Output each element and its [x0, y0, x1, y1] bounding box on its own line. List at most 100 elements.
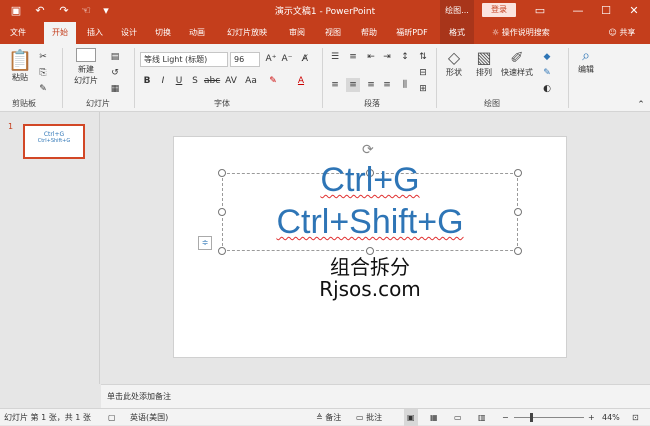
slide-subtitle-line-1[interactable]: 组合拆分 — [173, 251, 567, 280]
align-center-icon[interactable]: ≡ — [346, 78, 360, 92]
language-indicator[interactable]: 英语(美国) — [130, 409, 168, 426]
font-name-select[interactable]: 等线 Light (标题) — [140, 52, 228, 67]
ribbon-tabs: 文件 开始 插入 设计 切换 动画 幻灯片放映 审阅 视图 帮助 福昕PDF 格… — [0, 22, 650, 44]
zoom-in-icon[interactable]: + — [588, 409, 595, 426]
text-direction-icon[interactable]: ⇅ — [416, 50, 430, 64]
share-button[interactable]: ☺ 共享 — [600, 22, 644, 44]
tab-design[interactable]: 设计 — [114, 22, 144, 44]
tab-help[interactable]: 帮助 — [354, 22, 384, 44]
slide-subtitle-line-2[interactable]: Rjsos.com — [173, 277, 567, 301]
arrange-icon: ▧ — [476, 48, 492, 67]
tell-me-search[interactable]: ☼ 操作说明搜索 — [492, 22, 572, 44]
zoom-slider-thumb[interactable] — [530, 413, 533, 422]
divider — [134, 48, 135, 108]
login-button[interactable]: 登录 — [482, 3, 516, 17]
slideshow-icon[interactable]: ▥ — [478, 409, 486, 426]
format-painter-icon[interactable]: ✎ — [36, 82, 50, 96]
shape-fill-icon[interactable]: ◆ — [540, 50, 554, 64]
font-size-select[interactable]: 96 — [230, 52, 260, 67]
notes-button[interactable]: ≜ 备注 — [316, 409, 341, 426]
quick-styles-button[interactable]: ✐ 快速样式 — [498, 48, 536, 78]
shape-effects-icon[interactable]: ◐ — [540, 82, 554, 96]
smartart-icon[interactable]: ⊞ — [416, 82, 430, 96]
shadow-icon[interactable]: S — [188, 74, 202, 88]
zoom-slider[interactable] — [514, 417, 584, 418]
editing-button[interactable]: ⌕ 编辑 — [574, 48, 598, 75]
zoom-out-icon[interactable]: − — [502, 409, 509, 426]
divider — [436, 48, 437, 108]
shapes-button[interactable]: ◇ 形状 — [442, 48, 466, 78]
reading-view-icon[interactable]: ▭ — [454, 409, 462, 426]
reset-icon[interactable]: ↺ — [108, 66, 122, 80]
normal-view-icon[interactable]: ▣ — [404, 409, 418, 426]
tab-animations[interactable]: 动画 — [182, 22, 212, 44]
tab-insert[interactable]: 插入 — [80, 22, 110, 44]
slide-thumbnail[interactable]: Ctrl+G Ctrl+Shift+G — [23, 124, 85, 159]
fit-slide-icon[interactable]: ⊡ — [632, 409, 639, 426]
slide-title-line-1[interactable]: Ctrl+G — [173, 161, 567, 200]
new-slide-icon — [76, 48, 96, 62]
share-icon: ☺ — [608, 28, 617, 37]
layout-icon[interactable]: ▤ — [108, 50, 122, 64]
clear-format-icon[interactable]: A̸ — [298, 52, 312, 66]
thumb-number: 1 — [8, 122, 14, 131]
font-color-icon[interactable]: A — [294, 74, 308, 88]
group-drawing-label: 绘图 — [484, 99, 500, 108]
thumb-line: Ctrl+G — [43, 131, 65, 138]
notes-icon: ≜ — [316, 413, 323, 422]
line-spacing-icon[interactable]: ↕ — [398, 50, 412, 64]
notes-pane[interactable]: 单击此处添加备注 — [101, 384, 650, 408]
paste-button[interactable]: 📋 粘贴 — [6, 48, 34, 83]
decrease-indent-icon[interactable]: ⇤ — [364, 50, 378, 64]
slide-title-line-2[interactable]: Ctrl+Shift+G — [173, 203, 567, 242]
comments-button[interactable]: ▭ 批注 — [356, 409, 382, 426]
status-bar: 幻灯片 第 1 张，共 1 张 ▢ 英语(美国) ≜ 备注 ▭ 批注 ▣ ▦ ▭… — [0, 408, 650, 426]
tab-home[interactable]: 开始 — [44, 22, 76, 44]
tab-foxit-pdf[interactable]: 福昕PDF — [390, 22, 434, 44]
align-right-icon[interactable]: ≡ — [364, 78, 378, 92]
new-slide-button[interactable]: 新建 幻灯片 — [68, 48, 104, 86]
shape-outline-icon[interactable]: ✎ — [540, 66, 554, 80]
highlight-icon[interactable]: ✎ — [266, 74, 280, 88]
close-icon[interactable]: ✕ — [626, 3, 642, 19]
columns-icon[interactable]: ⫼ — [398, 78, 412, 92]
bullets-icon[interactable]: ☰ — [328, 50, 342, 64]
tab-slideshow[interactable]: 幻灯片放映 — [218, 22, 276, 44]
collapse-ribbon-icon[interactable]: ⌃ — [634, 98, 648, 112]
bold-icon[interactable]: B — [140, 74, 154, 88]
tab-transitions[interactable]: 切换 — [148, 22, 178, 44]
spellcheck-icon[interactable]: ▢ — [108, 409, 116, 426]
minimize-icon[interactable]: — — [570, 3, 586, 19]
rotate-handle-icon[interactable]: ⟳ — [362, 142, 374, 158]
change-case-icon[interactable]: Aa — [244, 74, 258, 88]
ribbon-display-icon[interactable]: ▭ — [532, 3, 548, 19]
arrange-button[interactable]: ▧ 排列 — [472, 48, 496, 78]
italic-icon[interactable]: I — [156, 74, 170, 88]
underline-icon[interactable]: U — [172, 74, 186, 88]
divider — [62, 48, 63, 108]
search-icon: ⌕ — [582, 48, 590, 64]
cut-icon[interactable]: ✂ — [36, 50, 50, 64]
tab-format[interactable]: 格式 — [440, 22, 474, 44]
justify-icon[interactable]: ≡ — [380, 78, 394, 92]
decrease-font-icon[interactable]: A⁻ — [280, 52, 294, 66]
group-clipboard-label: 剪贴板 — [12, 99, 36, 108]
tab-file[interactable]: 文件 — [4, 22, 32, 44]
comment-icon: ▭ — [356, 413, 364, 422]
char-spacing-icon[interactable]: AV — [224, 74, 238, 88]
context-tab-drawing[interactable]: 绘图... — [440, 0, 474, 22]
tab-view[interactable]: 视图 — [318, 22, 348, 44]
maximize-icon[interactable]: ☐ — [598, 3, 614, 19]
section-icon[interactable]: ▦ — [108, 82, 122, 96]
copy-icon[interactable]: ⎘ — [36, 66, 50, 80]
increase-font-icon[interactable]: A⁺ — [264, 52, 278, 66]
align-left-icon[interactable]: ≡ — [328, 78, 342, 92]
increase-indent-icon[interactable]: ⇥ — [380, 50, 394, 64]
align-text-icon[interactable]: ⊟ — [416, 66, 430, 80]
tab-review[interactable]: 审阅 — [282, 22, 312, 44]
slide-sorter-icon[interactable]: ▦ — [430, 409, 438, 426]
numbering-icon[interactable]: ≡ — [346, 50, 360, 64]
thumb-line: Ctrl+Shift+G — [37, 138, 71, 144]
strikethrough-icon[interactable]: abc — [204, 74, 220, 88]
zoom-level[interactable]: 44% — [602, 409, 620, 426]
